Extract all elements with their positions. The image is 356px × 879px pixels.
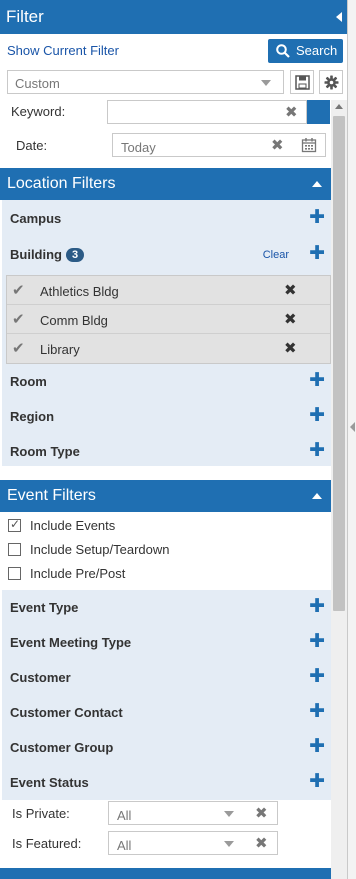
room-type-label: Room Type <box>10 444 80 459</box>
event-filters-body: Event Type ✚ Event Meeting Type ✚ Custom… <box>2 590 331 800</box>
location-filters-title: Location Filters <box>7 175 116 192</box>
list-item: ✔ Athletics Bldg ✖ <box>7 276 330 305</box>
add-room-icon[interactable]: ✚ <box>309 371 325 390</box>
add-event-meeting-type-icon[interactable]: ✚ <box>309 632 325 651</box>
add-region-icon[interactable]: ✚ <box>309 406 325 425</box>
check-icon: ✔ <box>12 282 25 299</box>
keyword-go-button[interactable] <box>307 100 330 124</box>
building-name: Athletics Bldg <box>40 284 119 299</box>
collapse-section-icon[interactable] <box>312 493 322 499</box>
remove-icon[interactable]: ✖ <box>284 312 297 327</box>
customer-contact-label: Customer Contact <box>10 705 123 720</box>
is-private-label: Is Private: <box>12 806 70 821</box>
filter-header: Filter <box>0 0 347 34</box>
filter-preset-select[interactable]: Custom <box>7 70 284 94</box>
remove-icon[interactable]: ✖ <box>284 283 297 298</box>
keyword-label: Keyword: <box>11 104 66 119</box>
location-filters-body: Campus ✚ Building 3 Clear ✚ ✔ Athletics B… <box>2 200 331 466</box>
collapse-section-icon[interactable] <box>312 181 322 187</box>
building-count-badge: 3 <box>66 248 85 262</box>
building-label-text: Building <box>10 247 62 262</box>
is-private-value: All <box>117 808 132 823</box>
selected-buildings-list: ✔ Athletics Bldg ✖ ✔ Comm Bldg ✖ ✔ Libra… <box>6 275 331 364</box>
remove-icon[interactable]: ✖ <box>284 341 297 356</box>
checkbox-icon <box>8 567 21 580</box>
is-featured-value: All <box>117 838 132 853</box>
search-icon <box>276 44 290 58</box>
event-filters-header[interactable]: Event Filters <box>0 480 331 512</box>
checkbox-icon <box>8 517 21 532</box>
clear-keyword-icon[interactable]: ✖ <box>285 105 298 120</box>
save-icon <box>295 75 310 90</box>
next-section-header[interactable] <box>0 868 331 879</box>
add-building-icon[interactable]: ✚ <box>309 244 325 263</box>
is-featured-select[interactable]: All ✖ <box>108 831 278 855</box>
add-room-type-icon[interactable]: ✚ <box>309 441 325 460</box>
show-current-filter-link[interactable]: Show Current Filter <box>7 43 119 58</box>
checkbox-label: Include Events <box>30 518 116 533</box>
event-status-label: Event Status <box>10 775 89 790</box>
event-type-label: Event Type <box>10 600 79 615</box>
building-label: Building 3 <box>10 247 85 262</box>
building-name: Library <box>40 342 80 357</box>
campus-label: Campus <box>10 211 62 226</box>
building-name: Comm Bldg <box>40 313 108 328</box>
chevron-down-icon <box>261 80 271 86</box>
clear-is-private-icon[interactable]: ✖ <box>255 806 268 821</box>
add-campus-icon[interactable]: ✚ <box>309 208 325 227</box>
chevron-down-icon <box>224 811 234 817</box>
checkbox-icon <box>8 543 21 556</box>
clear-buildings-link[interactable]: Clear <box>263 249 289 261</box>
event-filters-title: Event Filters <box>7 487 96 504</box>
date-label: Date: <box>16 138 48 153</box>
search-button[interactable]: Search <box>268 39 343 63</box>
panel-splitter[interactable] <box>348 0 356 879</box>
gear-icon <box>324 75 339 90</box>
room-label: Room <box>10 374 47 389</box>
scrollbar-thumb[interactable] <box>333 116 345 611</box>
save-filter-button[interactable] <box>290 70 314 94</box>
filter-panel: Filter Show Current Filter Search Custom <box>0 0 348 879</box>
chevron-down-icon <box>224 841 234 847</box>
list-item: ✔ Library ✖ <box>7 334 330 363</box>
add-event-type-icon[interactable]: ✚ <box>309 597 325 616</box>
keyword-input[interactable]: ✖ <box>107 100 307 124</box>
customer-label: Customer <box>10 670 71 685</box>
checkbox-label: Include Pre/Post <box>30 566 126 581</box>
collapse-panel-icon[interactable] <box>336 12 342 22</box>
clear-is-featured-icon[interactable]: ✖ <box>255 836 268 851</box>
location-filters-header[interactable]: Location Filters <box>0 168 331 200</box>
is-featured-label: Is Featured: <box>12 836 82 851</box>
add-customer-contact-icon[interactable]: ✚ <box>309 702 325 721</box>
chevron-left-icon[interactable] <box>350 422 355 432</box>
clear-date-icon[interactable]: ✖ <box>271 138 284 153</box>
search-button-label: Search <box>296 43 338 58</box>
add-customer-group-icon[interactable]: ✚ <box>309 737 325 756</box>
scroll-up-icon[interactable] <box>335 104 343 109</box>
filter-title: Filter <box>6 7 44 26</box>
date-input[interactable]: Today ✖ <box>112 133 326 157</box>
calendar-icon[interactable] <box>301 137 317 153</box>
list-item: ✔ Comm Bldg ✖ <box>7 305 330 334</box>
check-icon: ✔ <box>12 311 25 328</box>
is-private-select[interactable]: All ✖ <box>108 801 278 825</box>
event-meeting-type-label: Event Meeting Type <box>10 635 132 650</box>
date-value: Today <box>121 140 156 155</box>
checkbox-label: Include Setup/Teardown <box>30 542 170 557</box>
preset-value: Custom <box>15 76 60 91</box>
check-icon: ✔ <box>12 340 25 357</box>
add-event-status-icon[interactable]: ✚ <box>309 772 325 791</box>
add-customer-icon[interactable]: ✚ <box>309 667 325 686</box>
customer-group-label: Customer Group <box>10 740 114 755</box>
region-label: Region <box>10 409 55 424</box>
settings-button[interactable] <box>319 70 343 94</box>
